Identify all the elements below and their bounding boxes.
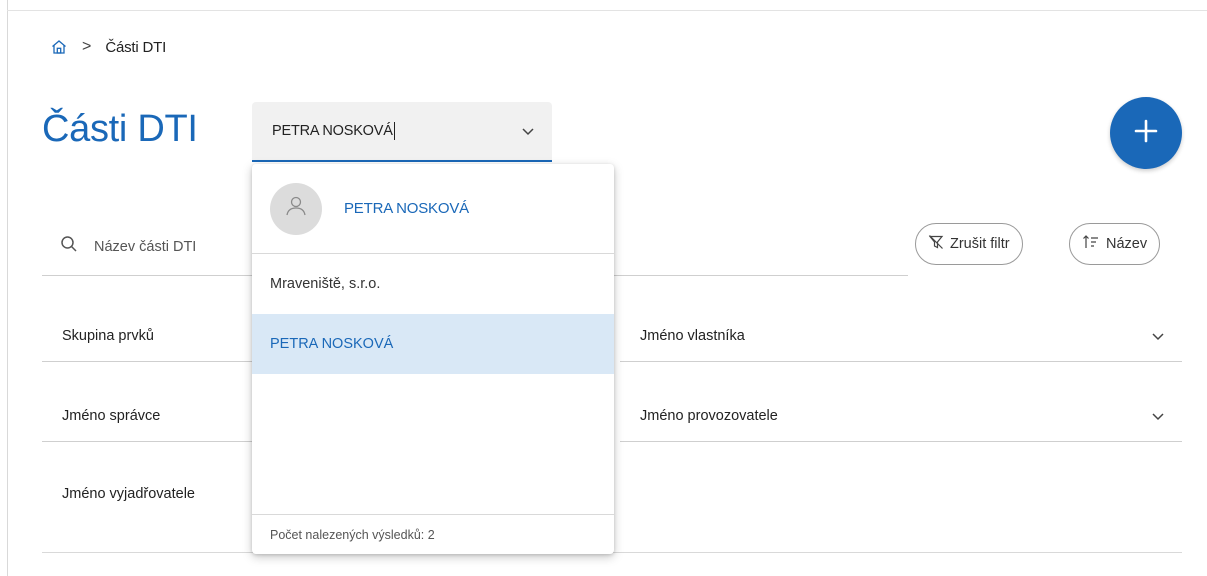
breadcrumb-separator: >	[82, 38, 92, 55]
home-icon[interactable]	[50, 38, 68, 56]
avatar	[270, 182, 322, 235]
window-border-left	[7, 0, 8, 576]
current-user-name: PETRA NOSKOVÁ	[344, 200, 469, 217]
filter-provozovatel-label: Jméno provozovatele	[640, 407, 778, 424]
option-label: Mraveniště, s.r.o.	[270, 276, 381, 292]
owner-select-value: PETRA NOSKOVÁ	[272, 122, 393, 139]
chevron-down-icon[interactable]	[520, 123, 536, 139]
filter-jmeno-vlastnika[interactable]: Jméno vlastníka	[620, 310, 1182, 362]
add-button[interactable]	[1110, 97, 1182, 169]
filter-vyjadrovatel-label: Jméno vyjadřovatele	[62, 486, 195, 502]
breadcrumb-current: Části DTI	[105, 38, 167, 56]
result-count-text: Počet nalezených výsledků: 2	[270, 527, 435, 542]
clear-filter-label: Zrušit filtr	[950, 236, 1010, 252]
search-icon	[60, 235, 78, 258]
chevron-down-icon	[1150, 408, 1166, 424]
owner-select-value-wrap: PETRA NOSKOVÁ	[272, 122, 520, 140]
filter-jmeno-provozovatele[interactable]: Jméno provozovatele	[620, 390, 1182, 442]
dropdown-option[interactable]: Mraveniště, s.r.o.	[252, 254, 614, 314]
sort-icon	[1082, 234, 1100, 254]
filter-vlastnik-label: Jméno vlastníka	[640, 327, 745, 344]
filter-skupina-label: Skupina prvků	[62, 327, 154, 344]
breadcrumb: > Části DTI	[50, 38, 166, 56]
dropdown-current-user: PETRA NOSKOVÁ	[252, 164, 614, 254]
text-cursor	[393, 122, 395, 140]
sort-label: Název	[1106, 236, 1148, 252]
option-label: PETRA NOSKOVÁ	[270, 336, 394, 352]
filter-spravce-label: Jméno správce	[62, 407, 161, 424]
window-border-top	[7, 10, 1207, 11]
owner-select[interactable]: PETRA NOSKOVÁ	[252, 102, 552, 162]
page-title: Části DTI	[42, 108, 198, 150]
search-placeholder: Název části DTI	[94, 238, 197, 255]
result-count: Počet nalezených výsledků: 2	[252, 514, 614, 554]
sort-button[interactable]: Název	[1069, 223, 1161, 265]
user-icon	[283, 193, 309, 224]
dropdown-option-selected[interactable]: PETRA NOSKOVÁ	[252, 314, 614, 374]
chevron-down-icon	[1150, 328, 1166, 344]
clear-filter-button[interactable]: Zrušit filtr	[915, 223, 1023, 265]
plus-icon	[1131, 116, 1161, 151]
owner-dropdown: PETRA NOSKOVÁ Mraveniště, s.r.o. PETRA N…	[252, 164, 614, 554]
filter-off-icon	[928, 234, 944, 254]
